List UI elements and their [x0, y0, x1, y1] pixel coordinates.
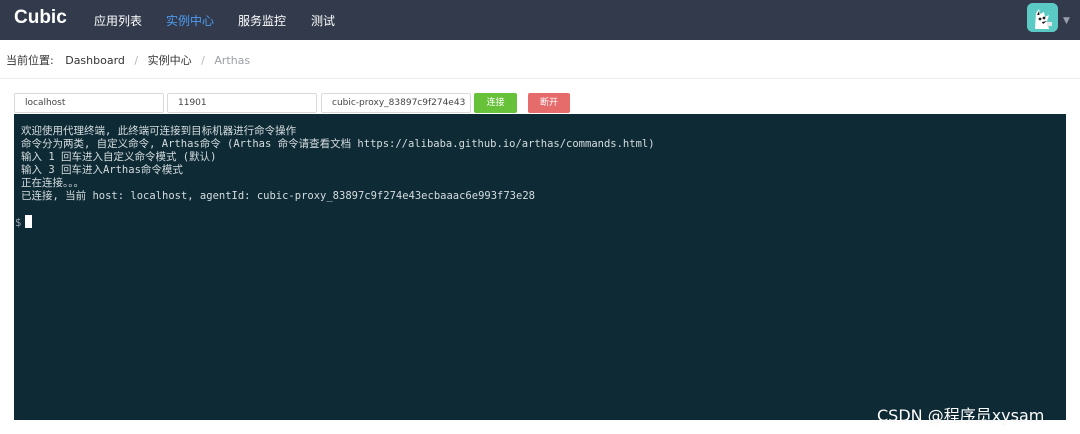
connect-button[interactable]: 连接 — [474, 93, 517, 113]
terminal-line: 输入 3 回车进入Arthas命令模式 — [21, 164, 183, 176]
nav-test[interactable]: 测试 — [311, 12, 335, 29]
nav-instance-center[interactable]: 实例中心 — [166, 12, 214, 29]
top-navbar: Cubic 应用列表 实例中心 服务监控 测试 ▼ — [0, 0, 1080, 40]
nav-service-monitor[interactable]: 服务监控 — [238, 12, 286, 29]
watermark: CSDN @程序员xysam — [877, 406, 1045, 425]
terminal-line: 输入 1 回车进入自定义命令模式 (默认) — [21, 151, 217, 163]
disconnect-button[interactable]: 断开 — [528, 93, 570, 113]
breadcrumb: 当前位置: Dashboard / 实例中心 / Arthas — [6, 52, 250, 68]
header-divider — [0, 78, 1080, 79]
nav-app-list[interactable]: 应用列表 — [94, 12, 142, 29]
breadcrumb-instance-center[interactable]: 实例中心 — [148, 52, 192, 68]
terminal-line: 欢迎使用代理终端, 此终端可连接到目标机器进行命令操作 — [21, 125, 297, 137]
terminal-cursor — [25, 215, 33, 228]
terminal-output: 欢迎使用代理终端, 此终端可连接到目标机器进行命令操作 命令分为两类, 自定义命… — [21, 125, 655, 203]
avatar[interactable] — [1027, 3, 1058, 32]
breadcrumb-dashboard[interactable]: Dashboard — [65, 54, 125, 67]
prompt-symbol: $ — [15, 217, 22, 229]
chevron-down-icon[interactable]: ▼ — [1063, 16, 1070, 26]
agent-id-input[interactable]: cubic-proxy_83897c9f274e43 — [321, 93, 471, 113]
host-input[interactable]: localhost — [14, 93, 164, 113]
breadcrumb-prefix: 当前位置: — [6, 54, 54, 67]
terminal[interactable]: 欢迎使用代理终端, 此终端可连接到目标机器进行命令操作 命令分为两类, 自定义命… — [14, 114, 1066, 420]
port-input[interactable]: 11901 — [167, 93, 317, 113]
terminal-line: 已连接, 当前 host: localhost, agentId: cubic-… — [21, 190, 535, 202]
terminal-line: 命令分为两类, 自定义命令, Arthas命令 (Arthas 命令请查看文档 … — [21, 138, 655, 150]
avatar-cat-icon — [1027, 3, 1058, 32]
terminal-prompt[interactable]: $ — [15, 215, 33, 229]
breadcrumb-separator: / — [201, 54, 205, 67]
breadcrumb-separator: / — [134, 54, 139, 67]
breadcrumb-current: Arthas — [214, 54, 251, 67]
brand-logo[interactable]: Cubic — [14, 7, 67, 29]
terminal-line: 正在连接。。。 — [21, 177, 84, 189]
